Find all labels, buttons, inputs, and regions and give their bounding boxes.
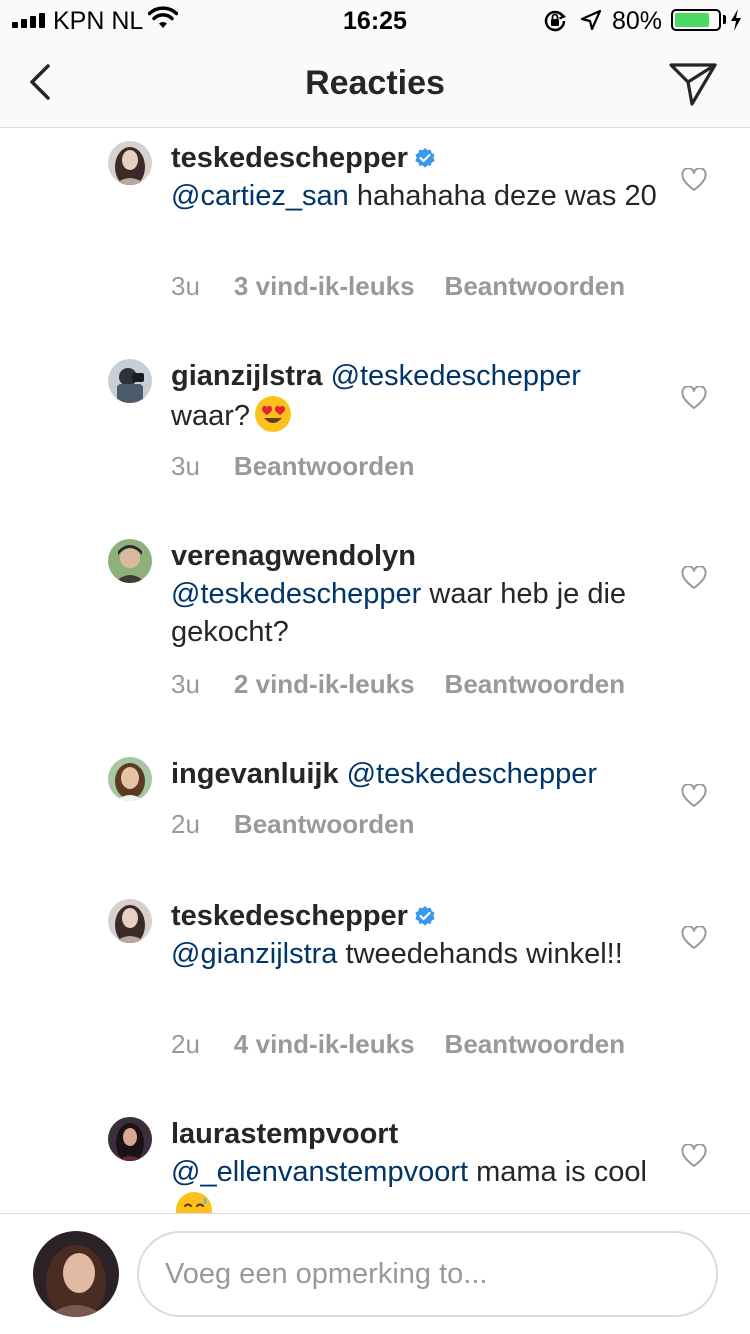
comments-list[interactable]: teskedeschepper @cartiez_san hahahaha de… (0, 129, 750, 1213)
battery-nub (723, 15, 726, 24)
comment-meta: 3u 2 vind-ik-leuks Beantwoorden (171, 669, 655, 700)
heart-icon[interactable] (681, 386, 707, 410)
comment-message: mama is cool (476, 1156, 647, 1188)
reply-button[interactable]: Beantwoorden (445, 271, 626, 301)
comment-time: 3u (171, 451, 200, 481)
battery-icon (671, 9, 721, 31)
comment-item: teskedeschepper @gianzijlstra tweedehand… (0, 887, 750, 1087)
comment-time: 3u (171, 271, 200, 301)
comment-likes[interactable]: 3 vind-ik-leuks (234, 271, 415, 301)
comment-item: verenagwendolyn @teskedeschepper waar he… (0, 527, 750, 727)
heart-icon[interactable] (681, 566, 707, 590)
paper-plane-icon[interactable] (668, 60, 718, 108)
heart-eyes-emoji (255, 396, 291, 432)
heart-icon[interactable] (681, 784, 707, 808)
heart-icon[interactable] (681, 168, 707, 192)
reply-button[interactable]: Beantwoorden (234, 809, 415, 839)
orientation-lock-icon (544, 10, 567, 32)
comment-meta: 3u 3 vind-ik-leuks Beantwoorden (171, 271, 655, 302)
comment-item: teskedeschepper @cartiez_san hahahaha de… (0, 129, 750, 329)
comment-text: teskedeschepper @cartiez_san hahahaha de… (171, 139, 671, 215)
heart-icon[interactable] (681, 1144, 707, 1168)
comment-username[interactable]: teskedeschepper (171, 900, 408, 932)
current-user-avatar (33, 1231, 119, 1317)
comment-item: ingevanluijk @teskedeschepper 2u Beantwoo… (0, 745, 750, 865)
comment-meta: 2u 4 vind-ik-leuks Beantwoorden (171, 1029, 655, 1060)
avatar[interactable] (108, 1117, 152, 1161)
comment-text: ingevanluijk @teskedeschepper (171, 755, 671, 793)
status-bar: KPN NL 16:25 80% (0, 0, 750, 40)
comment-text: teskedeschepper @gianzijlstra tweedehand… (171, 897, 671, 973)
comment-mention[interactable]: @teskedeschepper (171, 578, 421, 610)
comment-text: gianzijlstra @teskedeschepper waar? (171, 357, 671, 435)
comment-mention[interactable]: @teskedeschepper (347, 758, 597, 790)
comment-meta: 3u Beantwoorden (171, 451, 445, 482)
comment-mention[interactable]: @gianzijlstra (171, 938, 337, 970)
comment-text: verenagwendolyn @teskedeschepper waar he… (171, 537, 671, 651)
comment-time: 3u (171, 669, 200, 699)
avatar[interactable] (108, 539, 152, 583)
comment-message: waar? (171, 400, 250, 432)
battery-level-fill (675, 13, 709, 27)
reply-button[interactable]: Beantwoorden (234, 451, 415, 481)
avatar[interactable] (108, 757, 152, 801)
comment-message: tweedehands winkel!! (345, 938, 623, 970)
avatar[interactable] (108, 899, 152, 943)
verified-badge-icon (415, 148, 435, 168)
comment-username[interactable]: teskedeschepper (171, 142, 408, 174)
comment-item: laurastempvoort @_ellenvanstempvoort mam… (0, 1105, 750, 1213)
comment-input[interactable] (137, 1231, 718, 1317)
avatar[interactable] (108, 141, 152, 185)
comment-item: gianzijlstra @teskedeschepper waar? 3u Be… (0, 347, 750, 507)
grinning-sweat-emoji (176, 1192, 212, 1213)
comment-username[interactable]: ingevanluijk (171, 758, 339, 790)
comment-message: hahahaha deze was 20 (356, 180, 657, 212)
comment-mention[interactable]: @cartiez_san (171, 180, 349, 212)
comment-text: laurastempvoort @_ellenvanstempvoort mam… (171, 1115, 671, 1213)
avatar[interactable] (108, 359, 152, 403)
reply-button[interactable]: Beantwoorden (445, 669, 626, 699)
battery-percent: 80% (612, 7, 663, 35)
verified-badge-icon (415, 906, 435, 926)
comment-composer (0, 1213, 750, 1334)
comment-likes[interactable]: 4 vind-ik-leuks (234, 1029, 415, 1059)
heart-icon[interactable] (681, 926, 707, 950)
nav-header: Reacties (0, 40, 750, 128)
page-title: Reacties (305, 64, 445, 102)
charging-bolt-icon (731, 9, 741, 31)
comment-mention[interactable]: @teskedeschepper (331, 360, 581, 392)
comment-mention[interactable]: @_ellenvanstempvoort (171, 1156, 468, 1188)
location-arrow-icon (580, 9, 602, 31)
comment-time: 2u (171, 1029, 200, 1059)
comment-meta: 2u Beantwoorden (171, 809, 445, 840)
comment-username[interactable]: verenagwendolyn (171, 540, 416, 572)
comment-username[interactable]: laurastempvoort (171, 1118, 398, 1150)
comment-likes[interactable]: 2 vind-ik-leuks (234, 669, 415, 699)
reply-button[interactable]: Beantwoorden (445, 1029, 626, 1059)
comment-time: 2u (171, 809, 200, 839)
comment-username[interactable]: gianzijlstra (171, 360, 323, 392)
